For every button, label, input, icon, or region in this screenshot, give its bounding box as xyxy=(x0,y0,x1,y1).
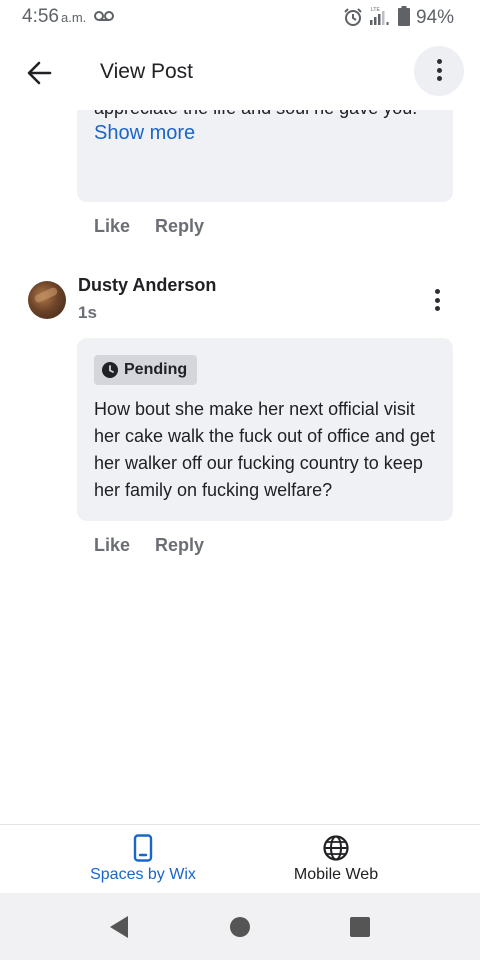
more-vertical-icon xyxy=(436,59,442,83)
comment-actions: Like Reply xyxy=(94,535,224,556)
system-nav-bar xyxy=(0,893,480,960)
status-time: 4:56 a.m. xyxy=(22,6,86,28)
nav-mobile-web[interactable]: Mobile Web xyxy=(236,825,436,893)
comment-bubble: Pending How bout she make her next offic… xyxy=(77,338,453,521)
comment-timestamp: 1s xyxy=(78,303,97,322)
clock-icon xyxy=(102,362,118,378)
reply-button[interactable]: Reply xyxy=(155,216,204,236)
like-button[interactable]: Like xyxy=(94,216,130,236)
previous-comment-bubble: appreciate the life and soul he gave you… xyxy=(77,110,453,202)
nav-spaces-by-wix[interactable]: Spaces by Wix xyxy=(43,825,243,893)
alarm-icon xyxy=(344,8,362,26)
bottom-nav: Spaces by Wix Mobile Web xyxy=(0,824,480,892)
app-header: View Post xyxy=(0,36,480,110)
battery-icon xyxy=(398,6,410,26)
signal-icon: LTE xyxy=(370,7,389,25)
status-bar: 4:56 a.m. LTE 94% xyxy=(0,0,480,36)
show-more-link[interactable]: Show more xyxy=(94,122,195,145)
page-title: View Post xyxy=(100,60,193,83)
avatar[interactable] xyxy=(28,281,66,319)
status-time-value: 4:56 xyxy=(22,6,59,27)
lte-label: LTE xyxy=(371,7,380,13)
status-time-ampm: a.m. xyxy=(60,10,87,25)
nav-label: Mobile Web xyxy=(293,866,379,883)
battery-percent: 94% xyxy=(416,7,455,28)
previous-comment-actions: Like Reply xyxy=(94,216,224,237)
more-options-button[interactable] xyxy=(414,46,464,96)
like-button[interactable]: Like xyxy=(94,535,130,555)
more-vertical-icon xyxy=(434,289,440,313)
status-badge-label: Pending xyxy=(124,361,188,378)
back-button[interactable] xyxy=(22,56,56,90)
comment-text: How bout she make her next official visi… xyxy=(94,399,435,500)
comment-more-button[interactable] xyxy=(425,286,449,316)
globe-icon xyxy=(323,835,349,861)
system-recents-icon[interactable] xyxy=(350,917,370,937)
system-back-icon[interactable] xyxy=(108,915,130,939)
voicemail-icon xyxy=(94,11,114,21)
previous-comment-text: appreciate the life and soul he gave you… xyxy=(94,110,417,119)
status-badge: Pending xyxy=(94,355,198,385)
reply-button[interactable]: Reply xyxy=(155,535,204,555)
phone-icon xyxy=(133,834,153,862)
comment-author[interactable]: Dusty Anderson xyxy=(78,275,216,296)
nav-label: Spaces by Wix xyxy=(90,866,196,883)
system-home-icon[interactable] xyxy=(230,917,250,937)
comments-list[interactable]: appreciate the life and soul he gave you… xyxy=(0,110,480,824)
